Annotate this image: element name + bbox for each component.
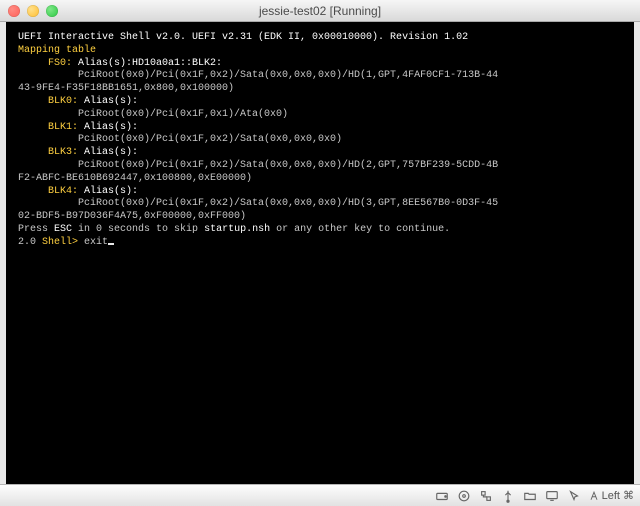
window-title: jessie-test02 [Running] — [0, 4, 640, 18]
host-key-label: Left ⌘ — [602, 489, 634, 502]
minimize-button[interactable] — [27, 5, 39, 17]
mapping-table-label: Mapping table — [18, 45, 96, 56]
blk4-alias: Alias(s): — [78, 186, 138, 197]
blk0-path: PciRoot(0x0)/Pci(0x1F,0x1)/Ata(0x0) — [18, 109, 288, 120]
mouse-capture-icon[interactable] — [566, 488, 582, 504]
display-icon[interactable] — [544, 488, 560, 504]
optical-icon[interactable] — [456, 488, 472, 504]
blk4-path-cont: 02-BDF5-B97D036F4A75,0xF00000,0xFF000) — [18, 211, 246, 222]
shell-header: UEFI Interactive Shell v2.0. UEFI v2.31 … — [18, 32, 468, 43]
prompt-version: 2.0 — [18, 237, 42, 248]
close-button[interactable] — [8, 5, 20, 17]
shell-command: exit — [84, 237, 108, 248]
press-text: Press — [18, 224, 54, 235]
blk3-path: PciRoot(0x0)/Pci(0x1F,0x2)/Sata(0x0,0x0,… — [18, 160, 498, 171]
statusbar: Left ⌘ — [0, 484, 640, 506]
cursor — [108, 243, 114, 245]
usb-icon[interactable] — [500, 488, 516, 504]
blk3-alias: Alias(s): — [78, 147, 138, 158]
fs0-path-cont: 43-9FE4-F35F18BB1651,0x800,0x100000) — [18, 83, 234, 94]
fs0-label: FS0: — [48, 58, 72, 69]
blk4-path: PciRoot(0x0)/Pci(0x1F,0x2)/Sata(0x0,0x0,… — [18, 198, 498, 209]
window-titlebar: jessie-test02 [Running] — [0, 0, 640, 22]
blk3-path-cont: F2-ABFC-BE610B692447,0x100800,0xE00000) — [18, 173, 252, 184]
shell-prompt: Shell> — [42, 237, 84, 248]
blk0-alias: Alias(s): — [78, 96, 138, 107]
blk1-path: PciRoot(0x0)/Pci(0x1F,0x2)/Sata(0x0,0x0,… — [18, 134, 342, 145]
window-controls — [8, 5, 58, 17]
blk1-alias: Alias(s): — [78, 122, 138, 133]
network-icon[interactable] — [478, 488, 494, 504]
blk1-label: BLK1: — [18, 122, 78, 133]
shared-folder-icon[interactable] — [522, 488, 538, 504]
fs0-alias: Alias(s):HD10a0a1::BLK2: — [72, 58, 222, 69]
blk0-label: BLK0: — [18, 96, 78, 107]
host-key-indicator[interactable]: Left ⌘ — [588, 489, 634, 502]
zoom-button[interactable] — [46, 5, 58, 17]
vm-console[interactable]: UEFI Interactive Shell v2.0. UEFI v2.31 … — [6, 22, 634, 484]
esc-key: ESC — [54, 224, 72, 235]
blk4-label: BLK4: — [18, 186, 78, 197]
fs0-path: PciRoot(0x0)/Pci(0x1F,0x2)/Sata(0x0,0x0,… — [18, 70, 498, 81]
startup-nsh: startup.nsh — [204, 224, 270, 235]
blk3-label: BLK3: — [18, 147, 78, 158]
disk-icon[interactable] — [434, 488, 450, 504]
